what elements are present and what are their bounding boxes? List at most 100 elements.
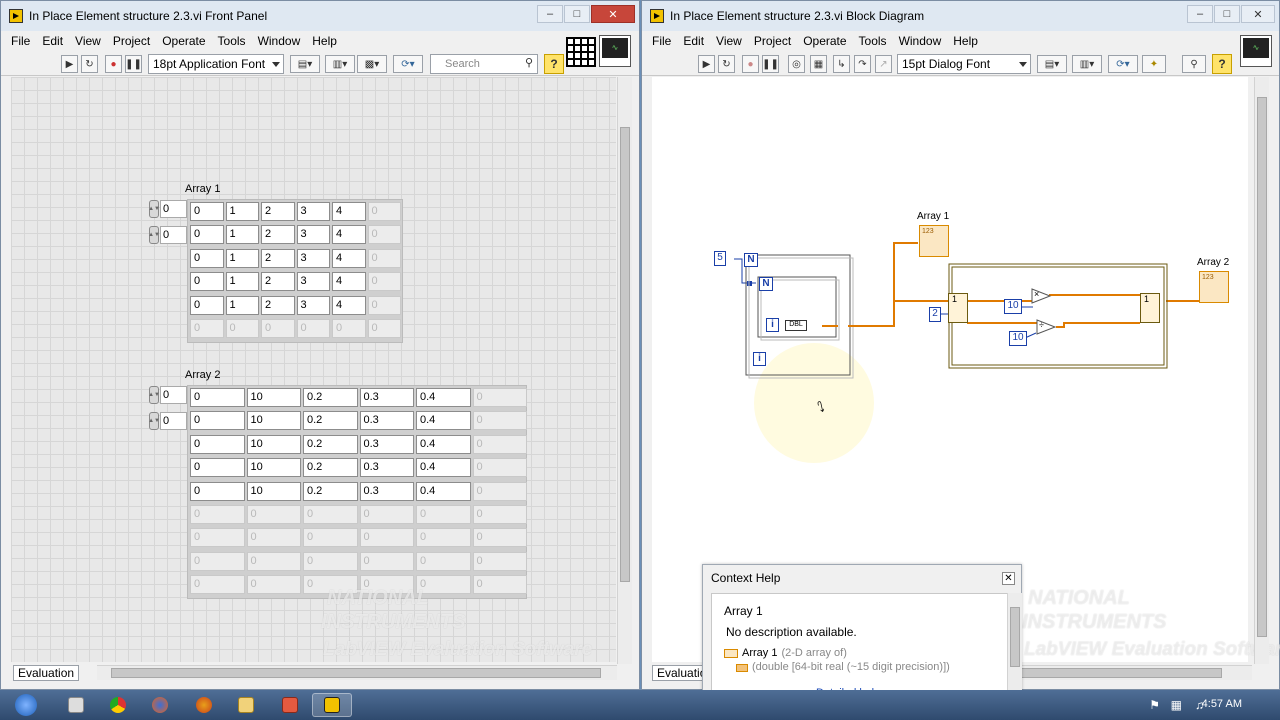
array2-cell[interactable]: 0 xyxy=(359,551,414,571)
constant-10-b[interactable]: 10 xyxy=(1009,331,1027,346)
array1-cell[interactable]: 2 xyxy=(261,248,295,268)
inner-loop-count-terminal[interactable]: N xyxy=(759,277,773,291)
outer-loop-count-terminal[interactable]: N xyxy=(744,253,758,267)
array1-cell[interactable]: 0 xyxy=(190,202,224,221)
array2-cell[interactable]: 0 xyxy=(190,505,245,524)
reorder-icon[interactable]: ⟳▾ xyxy=(393,55,423,73)
array1-cell[interactable]: 1 xyxy=(225,202,259,221)
tray-flag-icon[interactable]: ⚑ xyxy=(1149,698,1160,712)
menu-window[interactable]: Window xyxy=(893,34,948,48)
resize-objects-icon[interactable]: ▩▾ xyxy=(357,55,387,73)
minimize-button[interactable]: – xyxy=(1187,5,1213,23)
array1-cell[interactable]: 0 xyxy=(367,225,401,245)
maximize-button[interactable]: □ xyxy=(1214,5,1240,23)
array1-cell[interactable]: 0 xyxy=(190,295,224,315)
array2-cell[interactable]: 0.4 xyxy=(416,481,471,501)
array2-cell[interactable]: 0.3 xyxy=(359,388,414,407)
array1-cell[interactable]: 1 xyxy=(225,272,259,292)
menu-help[interactable]: Help xyxy=(947,34,984,48)
menu-project[interactable]: Project xyxy=(748,34,797,48)
menu-view[interactable]: View xyxy=(69,34,107,48)
array1-col-index[interactable]: ▲▼ 0 xyxy=(148,226,187,244)
front-panel-titlebar[interactable]: In Place Element structure 2.3.vi Front … xyxy=(1,1,639,31)
retain-wire-values-icon[interactable]: ▦ xyxy=(810,55,827,73)
start-button[interactable] xyxy=(4,693,48,717)
menu-window[interactable]: Window xyxy=(252,34,307,48)
array2-row-index[interactable]: ▲▼ 0 xyxy=(148,386,187,404)
array1-cell[interactable]: 0 xyxy=(367,202,401,221)
array2-col-index[interactable]: ▲▼ 0 xyxy=(148,412,187,430)
minimize-button[interactable]: – xyxy=(537,5,563,23)
array2-cell[interactable]: 0.2 xyxy=(303,388,358,407)
constant-2[interactable]: 2 xyxy=(929,307,941,322)
array1-cell[interactable]: 4 xyxy=(332,295,366,315)
align-objects-icon[interactable]: ▤▾ xyxy=(290,55,320,73)
array2-cell[interactable]: 0 xyxy=(190,528,245,548)
abort-icon[interactable]: ● xyxy=(742,55,759,73)
array-index-replace-left[interactable]: 1 xyxy=(948,293,968,323)
block-diagram-titlebar[interactable]: In Place Element structure 2.3.vi Block … xyxy=(642,1,1279,31)
array2-cell[interactable]: 0 xyxy=(190,434,245,454)
array2-col-index-value[interactable]: 0 xyxy=(160,412,187,430)
maximize-button[interactable]: □ xyxy=(564,5,590,23)
taskbar-labview-icon[interactable] xyxy=(312,693,352,717)
array2-cell[interactable]: 0 xyxy=(472,458,527,478)
inner-iteration-terminal[interactable]: i xyxy=(766,318,779,332)
array2-cell[interactable]: 0 xyxy=(303,528,358,548)
array2-cell[interactable]: 0 xyxy=(359,505,414,524)
array1-cell[interactable]: 0 xyxy=(190,272,224,292)
block-diagram-vertical-scrollbar[interactable] xyxy=(1254,77,1269,664)
taskbar-chrome-icon[interactable] xyxy=(98,693,138,717)
menu-file[interactable]: File xyxy=(646,34,677,48)
run-continuously-icon[interactable]: ↻ xyxy=(718,55,735,73)
array2-cell[interactable]: 0 xyxy=(416,551,471,571)
array2-cell[interactable]: 0 xyxy=(190,575,245,595)
array2-cell[interactable]: 0 xyxy=(303,505,358,524)
taskbar-clock[interactable]: 4:57 AM xyxy=(1202,698,1242,710)
to-double-function[interactable]: DBL xyxy=(785,320,807,331)
clean-up-diagram-icon[interactable]: ✦ xyxy=(1142,55,1166,73)
array1-cell[interactable]: 0 xyxy=(367,272,401,292)
array1-cell[interactable]: 0 xyxy=(367,295,401,315)
taskbar-firefox-alt-icon[interactable] xyxy=(184,693,224,717)
array2-cell[interactable]: 10 xyxy=(246,411,301,431)
array1-row-index-value[interactable]: 0 xyxy=(160,200,187,218)
highlight-execution-icon[interactable]: ◎ xyxy=(788,55,805,73)
array1-cell[interactable]: 2 xyxy=(261,202,295,221)
close-button[interactable]: ✕ xyxy=(1241,5,1275,23)
context-help-scrollbar[interactable] xyxy=(1007,593,1022,695)
abort-icon[interactable]: ● xyxy=(105,55,122,73)
array1-cell[interactable]: 0 xyxy=(190,225,224,245)
run-arrow-icon[interactable]: ▶ xyxy=(698,55,715,73)
array2-cell[interactable]: 0 xyxy=(359,528,414,548)
array1-cell[interactable]: 4 xyxy=(332,272,366,292)
array2-cell[interactable]: 0.3 xyxy=(359,411,414,431)
array2-cell[interactable]: 0 xyxy=(246,505,301,524)
array1-cell[interactable]: 1 xyxy=(225,225,259,245)
array2-cell[interactable]: 0 xyxy=(190,388,245,407)
menu-tools[interactable]: Tools xyxy=(853,34,893,48)
array1-col-index-value[interactable]: 0 xyxy=(160,226,187,244)
array1-cell[interactable]: 0 xyxy=(190,248,224,268)
array1-cell[interactable]: 0 xyxy=(332,319,366,338)
array2-cell[interactable]: 0.4 xyxy=(416,411,471,431)
vi-icon[interactable]: ∿ xyxy=(1240,35,1272,67)
array2-cell[interactable]: 0 xyxy=(246,575,301,595)
array1-cell[interactable]: 3 xyxy=(296,272,330,292)
array1-cell[interactable]: 0 xyxy=(367,248,401,268)
menu-file[interactable]: File xyxy=(5,34,36,48)
taskbar-desktop-icon[interactable] xyxy=(56,693,96,717)
search-input[interactable]: Search ⚲ xyxy=(430,54,538,74)
array2-cell[interactable]: 0 xyxy=(472,388,527,407)
search-icon[interactable]: ⚲ xyxy=(1182,55,1206,73)
array2-cell[interactable]: 0 xyxy=(246,528,301,548)
context-help-icon[interactable]: ? xyxy=(1212,54,1232,74)
array2-cell[interactable]: 0 xyxy=(472,411,527,431)
step-out-icon[interactable]: ↗ xyxy=(875,55,892,73)
font-selector[interactable]: 18pt Application Font xyxy=(148,54,284,74)
array2-cell[interactable]: 0.4 xyxy=(416,458,471,478)
menu-operate[interactable]: Operate xyxy=(156,34,211,48)
front-panel-vertical-scrollbar[interactable] xyxy=(617,77,632,664)
run-continuously-icon[interactable]: ↻ xyxy=(81,55,98,73)
align-objects-icon[interactable]: ▤▾ xyxy=(1037,55,1067,73)
